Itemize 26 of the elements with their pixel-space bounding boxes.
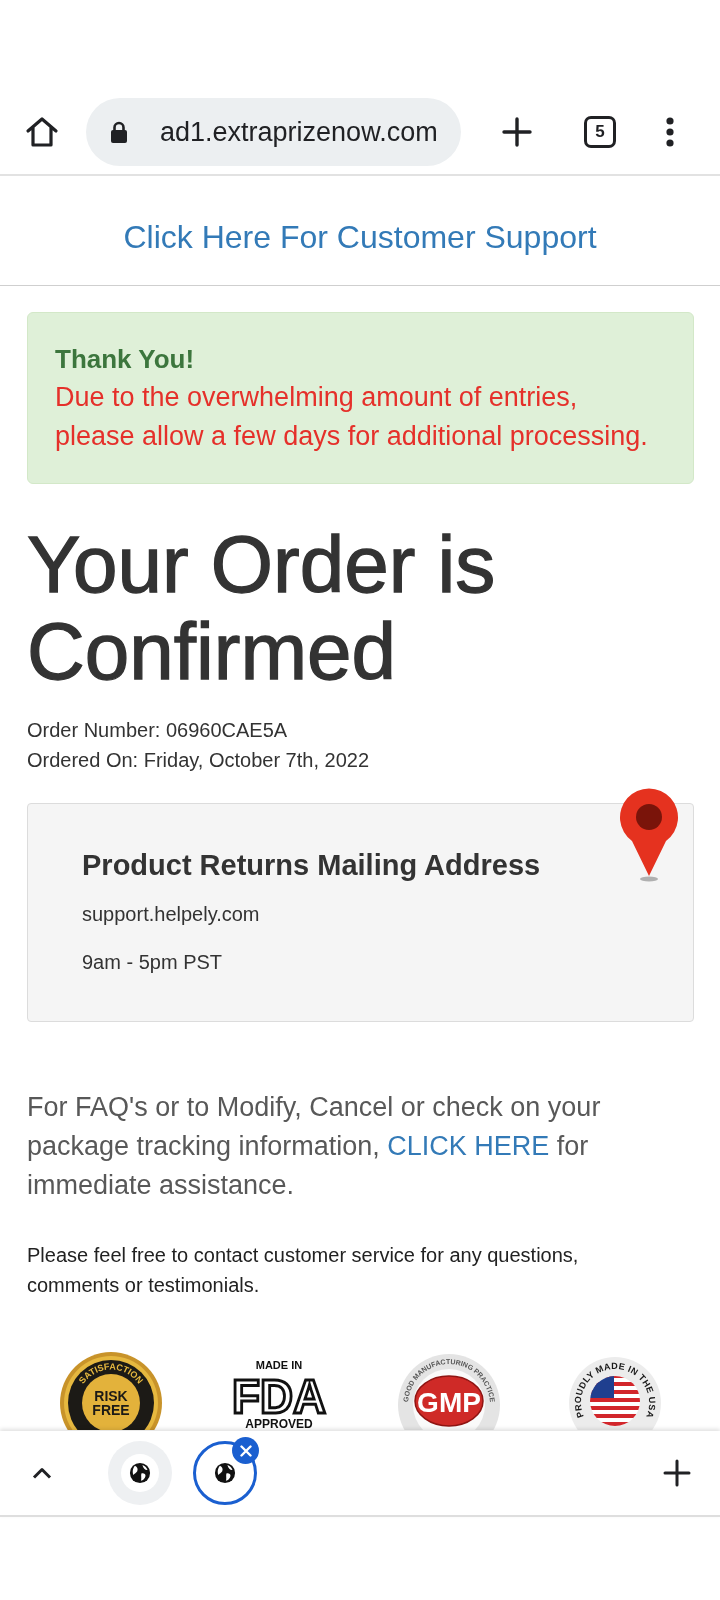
order-info-text: Ordered On: Friday, October 7th, 2022 [27,748,371,773]
more-options-icon[interactable] [666,117,674,147]
address-bar[interactable]: ad1.extraprizenow.com [86,98,461,166]
help-text: For FAQ's or to Modify, Cancel or check on your package tracking information, CLICK HERE for immediate assistance. [27,1091,602,1202]
customer-support-link[interactable]: Click Here For Customer Support [123,219,597,256]
plus-icon[interactable] [663,1459,691,1487]
home-icon[interactable] [25,115,59,149]
card-text: support.helpely.com [82,902,261,927]
close-icon [239,1444,252,1457]
map-pin-icon [618,788,680,883]
click-here-link[interactable]: CLICK HERE [387,1131,550,1161]
page-heading: Your Order is Confirmed [27,521,497,695]
contact-text: Please feel free to contact customer service for any questions, comments or testimonials. [27,1243,580,1298]
plus-icon[interactable] [502,117,532,147]
card-text: 9am - 5pm PST [82,950,224,975]
lock-icon [110,121,128,143]
close-tab-button[interactable] [232,1437,259,1464]
card-title: Product Returns Mailing Address [82,848,542,883]
tab-switcher-button[interactable]: 5 [584,116,616,148]
fda-approved-logo: MADE IN FDA APPROVED [226,1351,331,1430]
alert-message: Due to the overwhelming amount of entries, please allow a few days for additional processing. [55,381,649,453]
order-info-text: Order Number: 06960CAE5A [27,718,289,743]
alert-title: Thank You! [55,343,196,376]
chevron-up-icon[interactable] [32,1467,52,1479]
globe-icon [214,1462,236,1484]
globe-icon [129,1462,151,1484]
